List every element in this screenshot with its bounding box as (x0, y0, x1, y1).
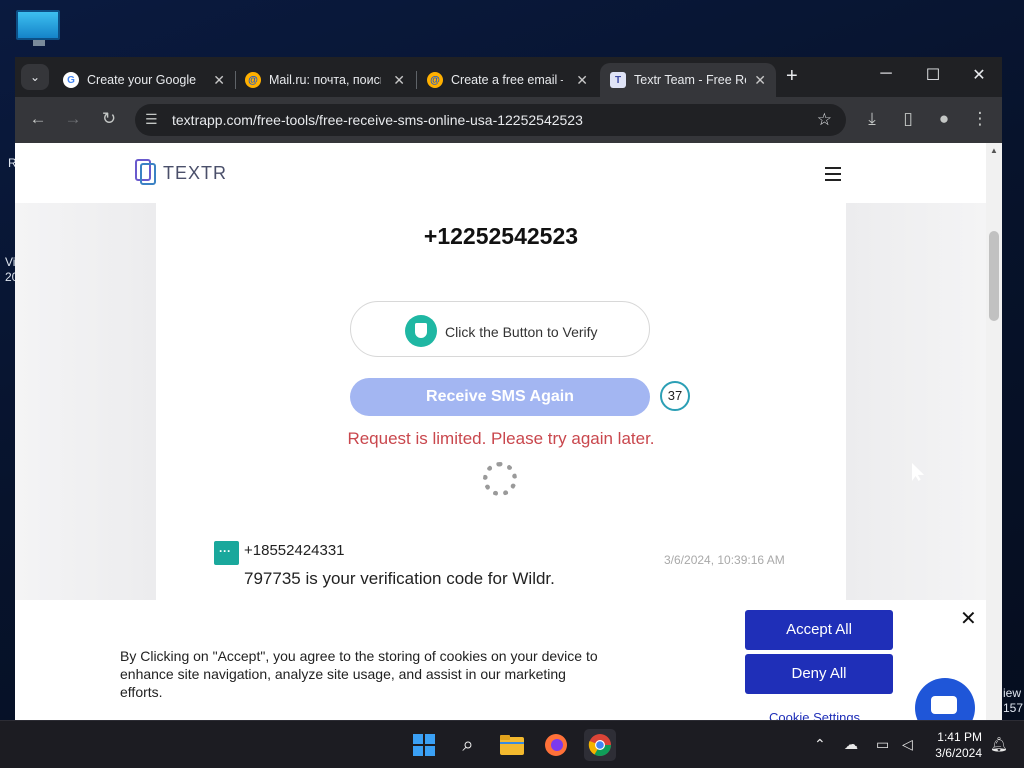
cookie-banner: By Clicking on "Accept", you agree to th… (15, 600, 986, 720)
chat-widget-icon[interactable] (915, 678, 975, 720)
tab-textr[interactable]: T Textr Team - Free Rec ✕ (600, 63, 776, 97)
tab-title: Create your Google A (87, 73, 199, 87)
cookie-consent-text: By Clicking on "Accept", you agree to th… (120, 648, 598, 700)
phone-number-title: +12252542523 (423, 223, 579, 249)
url-text[interactable]: textrapp.com/free-tools/free-receive-sms… (172, 112, 583, 128)
tab-google[interactable]: G Create your Google A ✕ (53, 63, 235, 97)
clock-time: 1:41 PM (937, 730, 982, 744)
maximize-icon[interactable]: ☐ (918, 65, 948, 85)
tab-title: Create a free email – (451, 73, 563, 87)
browser-window: ⌄ G Create your Google A ✕ @ Mail.ru: по… (15, 57, 1002, 720)
minimize-icon[interactable]: ─ (871, 65, 901, 83)
tab-mailru[interactable]: @ Mail.ru: почта, поиск ✕ (235, 63, 415, 97)
mailru-icon: @ (427, 72, 443, 88)
chevron-down-icon: ⌄ (29, 70, 41, 84)
system-clock[interactable]: 1:41 PM 3/6/2024 (930, 729, 982, 761)
back-icon[interactable]: ← (27, 109, 49, 129)
close-icon[interactable]: ✕ (960, 606, 977, 631)
loading-spinner-icon (483, 462, 517, 496)
desktop-text-fragment: iew (1003, 686, 1022, 700)
receive-sms-again-button[interactable]: Receive SMS Again (350, 378, 650, 416)
menu-kebab-icon[interactable]: ⋮ (969, 109, 991, 129)
close-tab-icon[interactable]: ✕ (393, 72, 405, 89)
tab-create-email[interactable]: @ Create a free email – ✕ (417, 63, 598, 97)
tab-search-button[interactable]: ⌄ (21, 64, 49, 90)
start-icon[interactable] (408, 729, 440, 761)
tray-chevron-up-icon[interactable]: ⌃ (814, 736, 826, 753)
desktop-text-fragment: 157 (1003, 701, 1024, 715)
close-tab-icon[interactable]: ✕ (576, 72, 588, 89)
side-panel-icon[interactable]: ▯ (897, 109, 919, 129)
site-header: TEXTR (15, 143, 986, 203)
hamburger-menu-icon[interactable] (825, 167, 841, 185)
reload-icon[interactable]: ↻ (98, 109, 120, 129)
close-tab-icon[interactable]: ✕ (754, 72, 766, 89)
tab-title: Textr Team - Free Rec (634, 73, 746, 87)
cookie-settings-link[interactable]: Cookie Settings (769, 710, 860, 720)
verify-label: Click the Button to Verify (445, 324, 598, 340)
forward-icon[interactable]: → (62, 109, 84, 129)
tab-title: Mail.ru: почта, поиск (269, 73, 381, 87)
page-viewport: TEXTR +12252542523 Click the Button to V… (15, 143, 986, 720)
message-body: 797735 is your verification code for Wil… (244, 569, 555, 588)
accept-all-button[interactable]: Accept All (745, 610, 893, 650)
scroll-up-arrow-icon[interactable]: ▲ (990, 146, 998, 155)
site-logo-text[interactable]: TEXTR (163, 163, 227, 184)
desktop-computer-icon[interactable] (16, 10, 62, 50)
google-g-icon: G (63, 72, 79, 88)
site-info-icon[interactable]: ☰ (145, 111, 158, 128)
notifications-bell-icon[interactable]: 🔔︎ (990, 736, 1008, 753)
textr-logo-icon[interactable] (135, 159, 157, 185)
textr-icon: T (610, 72, 626, 88)
chrome-icon[interactable] (584, 729, 616, 761)
volume-muted-icon[interactable]: ◁ (902, 736, 913, 753)
new-tab-icon[interactable]: + (786, 65, 798, 88)
captcha-verify-widget[interactable]: Click the Button to Verify (350, 301, 650, 357)
page-scrollbar[interactable]: ▲ (986, 143, 1002, 720)
firefox-icon[interactable] (540, 729, 572, 761)
taskbar: ⌕ ⌃ ☁ ▭ ◁ 1:41 PM 3/6/2024 🔔︎ (0, 720, 1024, 768)
message-timestamp: 3/6/2024, 10:39:16 AM (664, 553, 785, 567)
address-bar[interactable]: ☰ textrapp.com/free-tools/free-receive-s… (135, 104, 846, 136)
countdown-badge: 37 (660, 381, 690, 411)
deny-all-button[interactable]: Deny All (745, 654, 893, 694)
rate-limit-message: Request is limited. Please try again lat… (347, 429, 655, 448)
download-icon[interactable]: ⤓ (861, 109, 883, 129)
mailru-icon: @ (245, 72, 261, 88)
scrollbar-thumb[interactable] (989, 231, 999, 321)
close-window-icon[interactable]: ✕ (964, 65, 994, 85)
message-icon (214, 541, 239, 565)
clock-date: 3/6/2024 (935, 746, 982, 760)
bookmark-star-icon[interactable]: ☆ (817, 110, 832, 130)
shield-icon (405, 315, 437, 347)
desktop-text-fragment: Vi (5, 255, 16, 269)
file-explorer-icon[interactable] (496, 729, 528, 761)
browser-toolbar: ← → ↻ ☰ textrapp.com/free-tools/free-rec… (15, 97, 1002, 143)
onedrive-off-icon[interactable]: ☁ (844, 736, 858, 753)
network-icon[interactable]: ▭ (876, 736, 889, 753)
message-sender: +18552424331 (244, 542, 345, 559)
tab-bar: ⌄ G Create your Google A ✕ @ Mail.ru: по… (15, 57, 1002, 97)
search-icon[interactable]: ⌕ (452, 729, 484, 761)
profile-icon[interactable]: ● (933, 109, 955, 129)
close-tab-icon[interactable]: ✕ (213, 72, 225, 89)
